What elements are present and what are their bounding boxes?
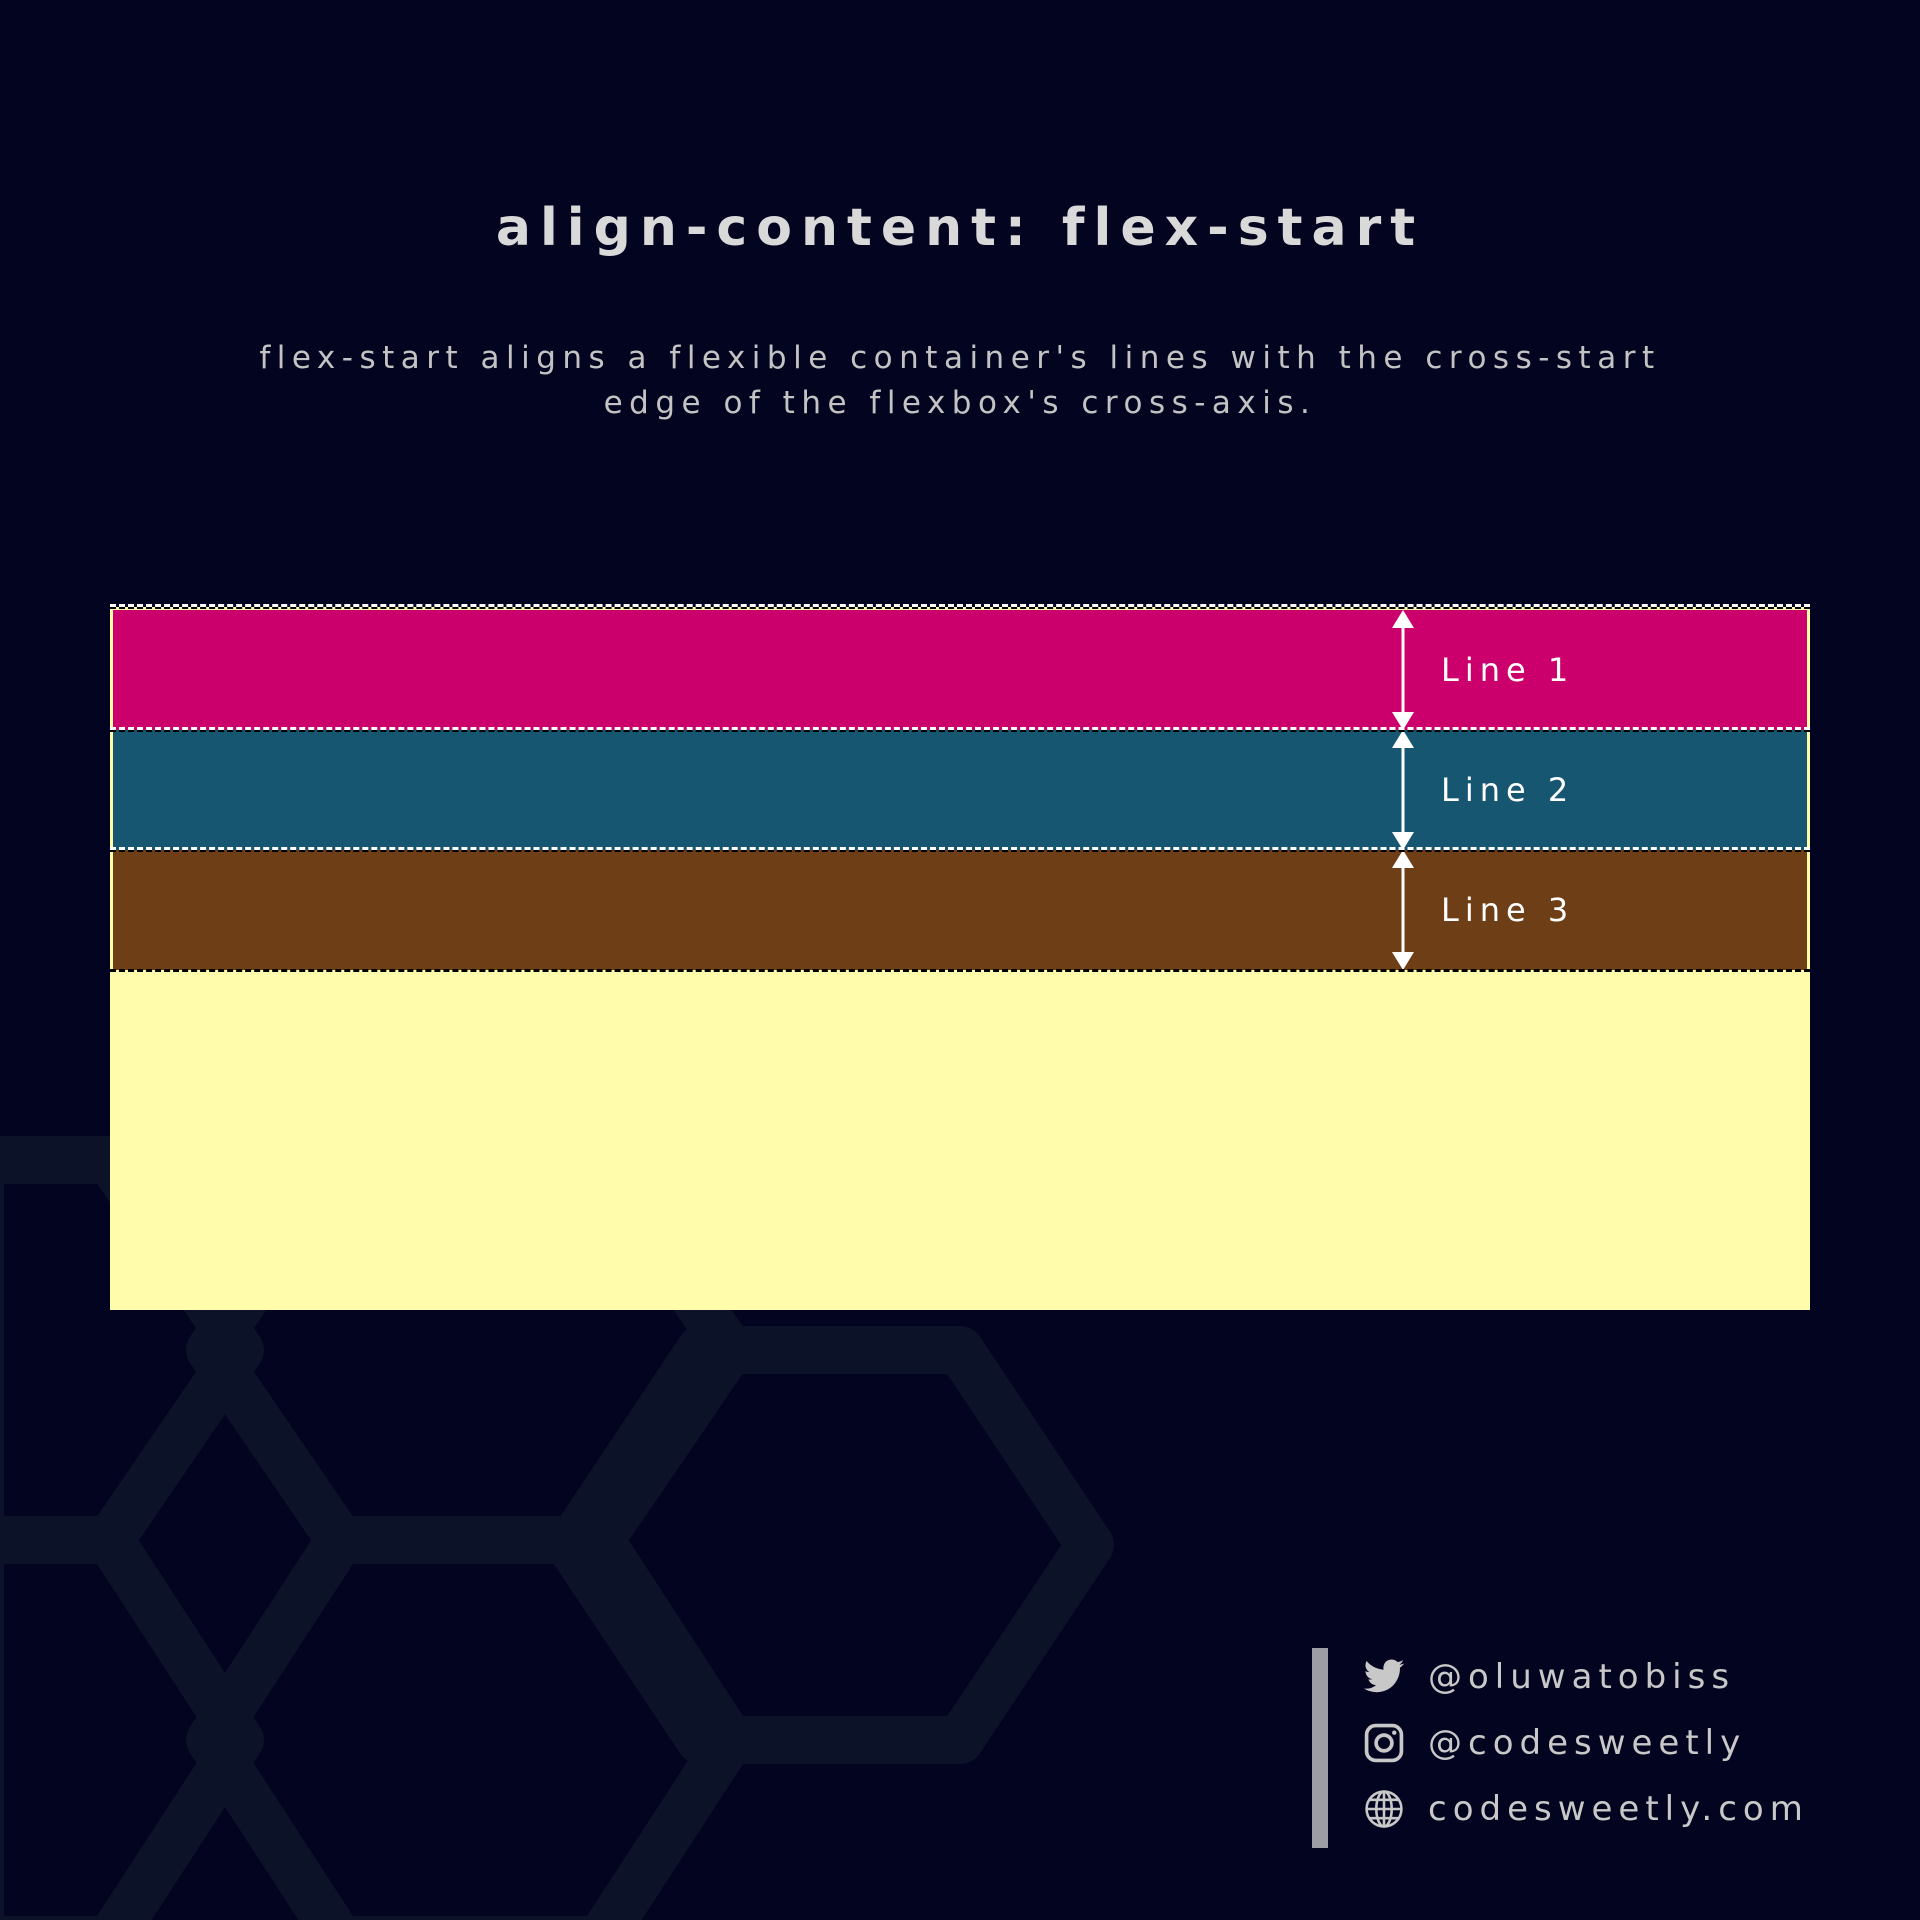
instagram-link[interactable]: @codesweetly (1362, 1718, 1746, 1768)
instagram-icon (1364, 1723, 1404, 1763)
twitter-handle: @oluwatobiss (1428, 1657, 1736, 1697)
double-arrow-icon (1392, 730, 1414, 850)
line-divider (110, 727, 1810, 730)
twitter-link[interactable]: @oluwatobiss (1362, 1652, 1735, 1702)
twitter-icon (1363, 1659, 1405, 1693)
line-label: Line 1 (1441, 651, 1575, 689)
flex-line-2: Line 2 (113, 730, 1807, 850)
cross-start-edge (110, 604, 1810, 607)
flex-container: Line 1 Line 2 Line 3 (110, 604, 1810, 1310)
page-description: flex-start aligns a flexible container's… (259, 340, 1661, 421)
flex-line-3: Line 3 (113, 850, 1807, 970)
instagram-handle: @codesweetly (1428, 1723, 1747, 1763)
flex-line-1: Line 1 (113, 610, 1807, 730)
line-divider (110, 847, 1810, 850)
website-link[interactable]: codesweetly.com (1362, 1784, 1809, 1834)
double-arrow-icon (1392, 610, 1414, 730)
double-arrow-icon (1392, 850, 1414, 970)
website-url: codesweetly.com (1428, 1789, 1809, 1829)
line-label: Line 2 (1441, 771, 1575, 809)
line-label: Line 3 (1441, 891, 1575, 929)
accent-bar (1312, 1648, 1328, 1848)
page-title: align-content: flex-start (495, 198, 1425, 258)
line-end-edge (110, 969, 1810, 972)
globe-icon (1365, 1790, 1403, 1828)
